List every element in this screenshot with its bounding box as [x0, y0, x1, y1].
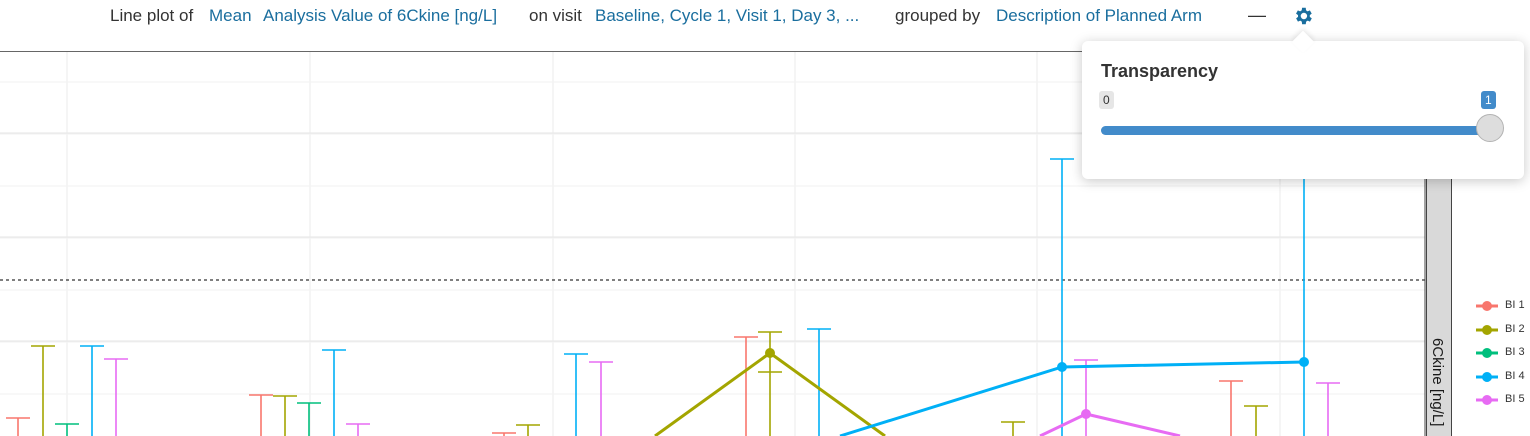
data-point	[1299, 357, 1309, 367]
legend-key-icon	[1476, 371, 1498, 382]
legend-label: BI 3	[1505, 346, 1525, 358]
data-point	[1081, 409, 1091, 419]
data-point	[1057, 362, 1067, 372]
series-line-bi5	[1039, 412, 1181, 436]
legend-key-icon	[1476, 301, 1498, 311]
minimize-button[interactable]: —	[1248, 5, 1266, 26]
transparency-slider-fill	[1101, 126, 1491, 135]
gear-icon[interactable]	[1292, 5, 1314, 27]
legend-label: BI 5	[1505, 393, 1525, 405]
param-value-link[interactable]: Analysis Value of 6Ckine [ng/L]	[263, 6, 497, 26]
legend-key-icon	[1476, 395, 1498, 405]
legend-label: BI 2	[1505, 322, 1525, 335]
transparency-slider-track[interactable]	[1101, 126, 1491, 135]
legend-label: BI 1	[1505, 299, 1525, 311]
transparency-slider-handle[interactable]	[1476, 114, 1504, 142]
settings-popover: Transparency 0 1	[1082, 41, 1524, 179]
facet-strip-label: 6Ckine [ng/L]	[1429, 338, 1446, 427]
legend-key-icon	[1476, 324, 1498, 335]
legend-label: BI 4	[1505, 369, 1525, 382]
slider-min-label: 0	[1099, 91, 1114, 109]
group-value-link[interactable]: Description of Planned Arm	[996, 6, 1202, 26]
transparency-title: Transparency	[1101, 61, 1219, 81]
visit-value-link[interactable]: Baseline, Cycle 1, Visit 1, Day 3, ...	[595, 6, 859, 26]
group-label: grouped by	[895, 6, 981, 25]
legend-key-icon	[1476, 348, 1498, 358]
param-name-link[interactable]: Mean	[209, 6, 252, 26]
visit-label: on visit	[529, 6, 582, 25]
series-line-bi4	[839, 360, 1305, 436]
slider-value-label: 1	[1481, 91, 1496, 109]
header-prefix: Line plot of	[110, 6, 194, 25]
data-point	[765, 348, 775, 358]
